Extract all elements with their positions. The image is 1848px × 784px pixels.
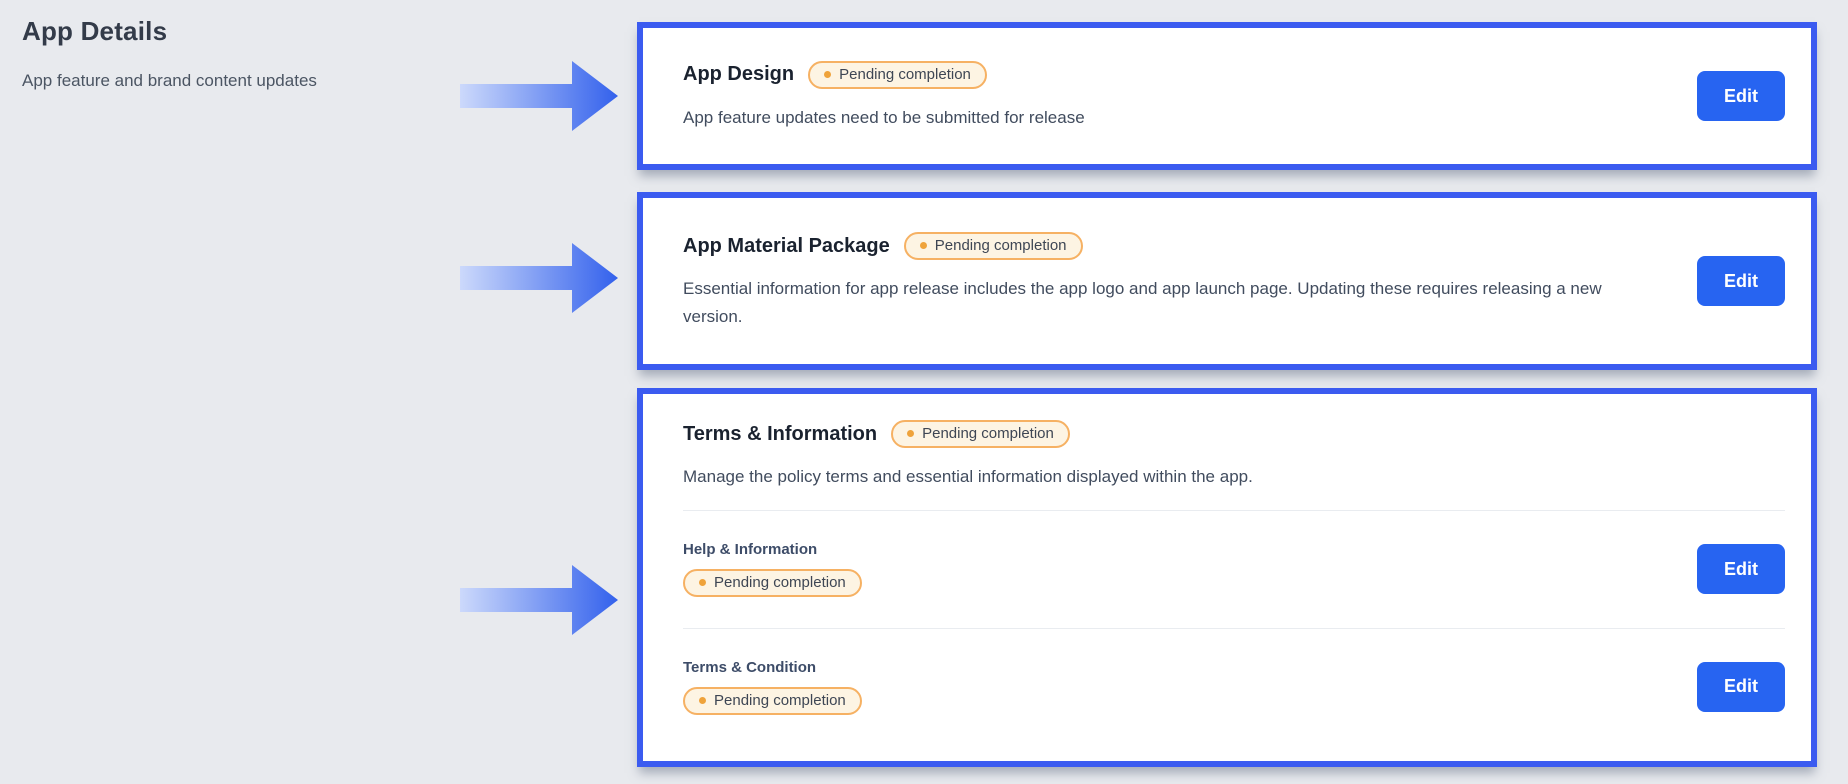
edit-app-material-package-button[interactable]: Edit: [1697, 256, 1785, 306]
page-subtitle: App feature and brand content updates: [22, 71, 317, 90]
card-description: Manage the policy terms and essential in…: [683, 467, 1253, 486]
status-badge: Pending completion: [808, 60, 987, 89]
status-badge-label: Pending completion: [922, 425, 1054, 442]
card-title: App Material Package: [683, 234, 890, 257]
status-badge-label: Pending completion: [934, 237, 1067, 255]
sub-item-label: Help & Information: [683, 541, 818, 559]
status-dot-icon: [824, 70, 832, 78]
edit-app-design-button[interactable]: Edit: [1697, 71, 1785, 121]
status-dot-icon: [699, 696, 706, 704]
page-intro: App Details App feature and brand conten…: [22, 16, 317, 91]
card-app-design: App Design Pending completion App featur…: [637, 22, 1817, 170]
status-dot-icon: [907, 430, 915, 437]
card-description: Essential information for app release in…: [683, 279, 1602, 326]
sub-row-terms-condition: Terms & Condition Pending completion Edi…: [683, 629, 1785, 745]
cards-column: App Design Pending completion App featur…: [637, 22, 1817, 767]
arrow-right-icon: [460, 61, 618, 131]
status-badge-label: Pending completion: [714, 691, 846, 709]
status-badge: Pending completion: [683, 569, 862, 598]
status-dot-icon: [699, 579, 706, 587]
status-badge: Pending completion: [683, 686, 862, 715]
card-app-material-package: App Material Package Pending completion …: [637, 192, 1817, 370]
status-badge-label: Pending completion: [839, 65, 971, 83]
arrow-right-icon: [460, 565, 618, 635]
status-badge: Pending completion: [903, 232, 1083, 261]
card-title: Terms & Information: [683, 422, 878, 445]
sub-row-help-information: Help & Information Pending completion Ed…: [683, 511, 1785, 627]
card-terms-information: Terms & Information Pending completion M…: [637, 388, 1817, 767]
edit-terms-condition-button[interactable]: Edit: [1697, 661, 1785, 712]
card-title: App Design: [683, 63, 795, 86]
arrow-right-icon: [460, 243, 618, 313]
edit-help-information-button[interactable]: Edit: [1697, 544, 1785, 595]
sub-item-label: Terms & Condition: [683, 658, 817, 676]
card-description: App feature updates need to be submitted…: [683, 107, 1085, 127]
page-title: App Details: [22, 16, 168, 46]
status-badge: Pending completion: [891, 420, 1070, 448]
status-dot-icon: [919, 242, 927, 250]
status-badge-label: Pending completion: [714, 574, 846, 592]
